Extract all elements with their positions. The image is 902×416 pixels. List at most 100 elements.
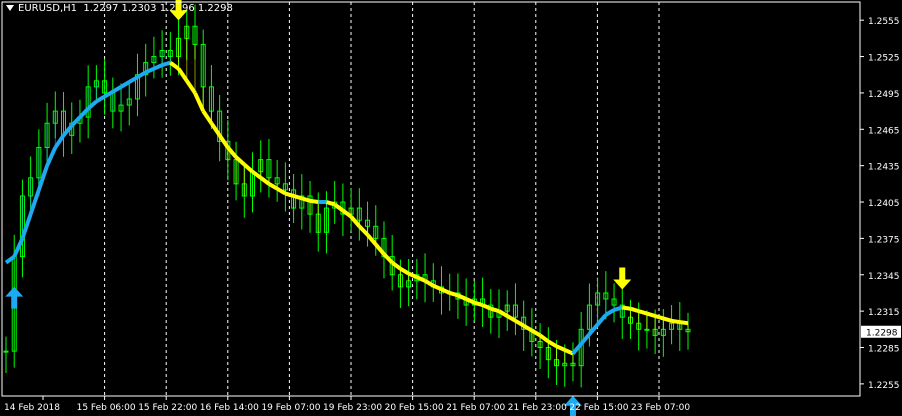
time-tick-label: 22 Feb 15:00	[569, 403, 628, 413]
price-tick-label: 1.2435	[868, 163, 900, 173]
time-tick-label: 20 Feb 15:00	[385, 403, 444, 413]
ma-segment	[28, 189, 41, 215]
time-tick-label: 16 Feb 14:00	[200, 403, 259, 413]
ma-segment	[45, 146, 58, 167]
ma-segment	[662, 316, 673, 323]
price-tick-label: 1.2465	[868, 126, 900, 136]
candle-body	[3, 350, 9, 353]
ma-segment	[120, 80, 131, 89]
ma-segment	[325, 200, 336, 207]
ma-segment	[161, 60, 171, 67]
ma-segment	[547, 339, 558, 349]
ma-segment	[226, 146, 238, 159]
ma-segment	[671, 318, 681, 325]
ma-segment	[144, 66, 155, 75]
ma-segment	[95, 94, 106, 104]
ma-segment	[267, 182, 279, 191]
ma-segment	[128, 75, 139, 84]
sell-arrow-icon	[169, 0, 188, 21]
time-tick-label: 15 Feb 06:00	[77, 403, 136, 413]
price-tick-label: 1.2255	[868, 381, 900, 391]
ma-segment	[234, 155, 246, 166]
ma-segment	[193, 92, 206, 112]
time-tick-label: 19 Feb 07:00	[261, 403, 320, 413]
moving-average	[4, 26, 689, 366]
ma-segment	[629, 306, 640, 314]
ma-segment	[514, 319, 525, 328]
ma-segment	[284, 191, 295, 198]
ma-segment	[646, 311, 656, 318]
ma-segment	[4, 254, 16, 265]
ma-segment	[176, 67, 189, 82]
ma-segment	[391, 261, 402, 271]
ma-segment	[538, 333, 550, 344]
ma-segment	[185, 79, 197, 95]
sell-arrow-icon	[613, 267, 632, 290]
ma-segment	[309, 198, 319, 205]
ma-segment	[638, 309, 648, 316]
ma-segment	[596, 313, 608, 326]
ma-segment	[333, 202, 345, 213]
ma-segment	[613, 305, 623, 312]
ma-segment	[571, 342, 583, 355]
ma-segment	[357, 224, 369, 237]
time-tick-label: 21 Feb 07:00	[446, 403, 505, 413]
ma-segment	[251, 170, 262, 180]
ma-segment	[153, 63, 163, 71]
ma-segment	[136, 70, 147, 79]
ma-segment	[621, 305, 631, 311]
ma-segment	[70, 115, 82, 128]
ma-segment	[61, 124, 74, 137]
down-arrow-shape	[169, 0, 188, 21]
price-chart[interactable]: 1.2555 1.2525 1.2495 1.2465 1.2435 1.2405 1.23…	[0, 0, 902, 416]
price-tick-label: 1.2525	[868, 54, 900, 64]
candles	[3, 4, 691, 388]
ma-segment	[457, 293, 467, 301]
ma-segment	[366, 233, 378, 246]
ma-segment	[111, 85, 123, 94]
ma-segment	[382, 252, 394, 265]
ma-segment	[209, 122, 222, 137]
ma-segment	[293, 194, 303, 201]
price-tick-label: 1.2555	[868, 17, 900, 27]
ma-segment	[449, 291, 459, 298]
current-price-label: 1.2298	[866, 329, 898, 339]
time-tick-label: 23 Feb 07:00	[631, 403, 690, 413]
ma-segment	[465, 297, 476, 305]
ma-segment	[399, 266, 410, 276]
ma-segment	[242, 162, 254, 174]
ma-segment	[563, 348, 574, 356]
time-tick-label: 21 Feb 23:00	[508, 403, 567, 413]
ma-segment	[604, 308, 616, 317]
ma-segment	[432, 283, 443, 292]
buy-arrow-icon	[5, 286, 24, 309]
ma-segment	[53, 134, 66, 149]
ma-segment	[201, 109, 214, 125]
ma-segment	[440, 287, 451, 295]
price-tick-label: 1.2495	[868, 90, 900, 100]
down-arrow-shape	[613, 267, 632, 290]
candle-body	[644, 328, 650, 331]
price-tick-label: 1.2375	[868, 235, 900, 245]
grid	[104, 2, 660, 396]
price-tick-label: 1.2405	[868, 199, 900, 209]
price-tick-label: 1.2315	[868, 308, 900, 318]
ma-segment	[341, 208, 353, 219]
up-arrow-shape	[5, 286, 24, 309]
time-tick-label: 19 Feb 23:00	[323, 403, 382, 413]
ma-segment	[12, 237, 25, 258]
ma-segment	[78, 107, 90, 119]
axes: 1.2555 1.2525 1.2495 1.2465 1.2435 1.2405 1.23…	[1, 1, 901, 413]
ma-segment	[416, 275, 426, 283]
ma-segment	[481, 303, 492, 311]
ma-segment	[349, 215, 361, 228]
chart-frame	[1, 1, 861, 397]
ma-segment	[473, 300, 484, 307]
ma-segment	[555, 344, 566, 352]
ma-segment	[407, 271, 418, 280]
ma-segment	[497, 309, 509, 318]
price-tick-label: 1.2345	[868, 272, 900, 282]
price-tick-label: 1.2285	[868, 345, 900, 355]
ma-segment	[86, 99, 98, 111]
ma-segment	[301, 196, 311, 203]
